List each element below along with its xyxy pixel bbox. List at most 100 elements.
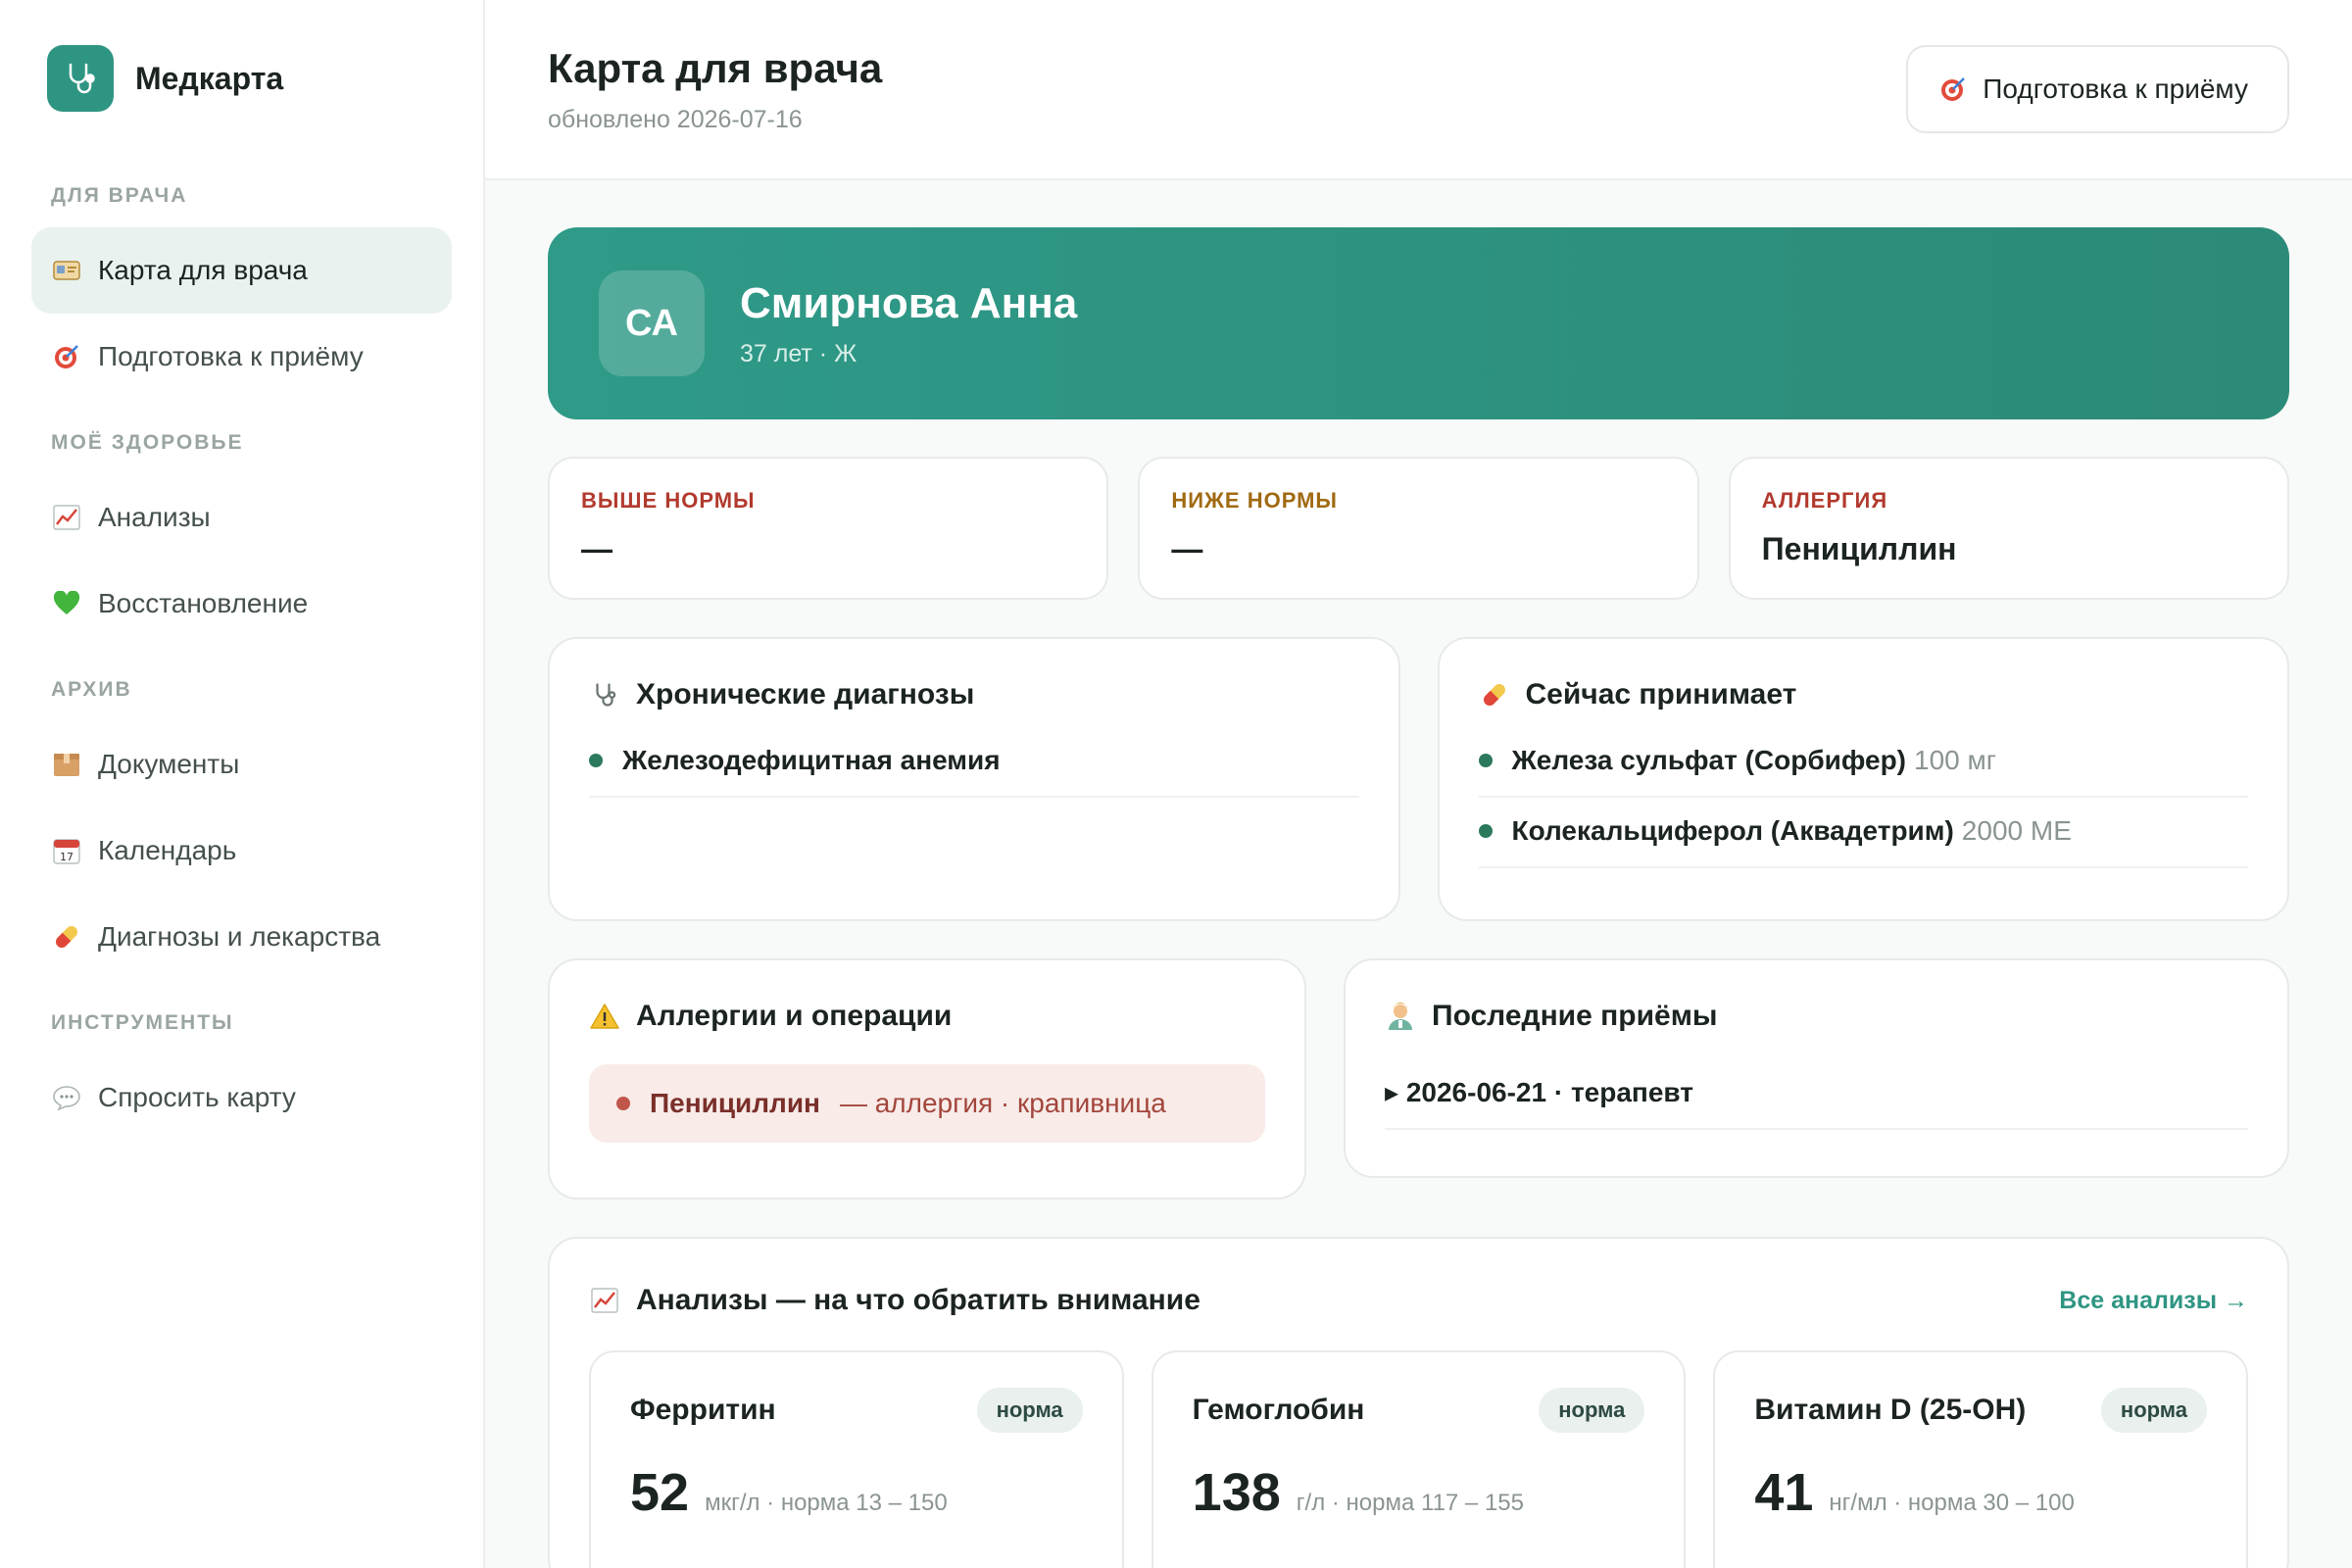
lab-card-ferritin[interactable]: Ферритин норма 52 мкг/л · норма 13 – 150 (589, 1350, 1124, 1568)
nav-section-title: ИНСТРУМЕНТЫ (51, 1011, 234, 1034)
lab-name: Витамин D (25-OH) (1754, 1394, 2027, 1426)
warning-icon (589, 1003, 620, 1030)
med-name: Железа сульфат (Сорбифер) (1511, 745, 1907, 775)
prepare-visit-label: Подготовка к приёму (1983, 74, 2248, 104)
stethoscope-icon (47, 45, 114, 112)
all-analyses-link[interactable]: Все анализы → (2059, 1287, 2248, 1315)
card-title: Анализы — на что обратить внимание (589, 1284, 1200, 1317)
sidebar-item-documents[interactable]: Документы (31, 721, 452, 808)
main-content: Карта для врача обновлено 2026-07-16 Под… (485, 0, 2352, 1568)
nav-section-doctor: ДЛЯ ВРАЧА Карта для врача Подготовка к п… (31, 184, 452, 400)
doctor-icon (1385, 1002, 1416, 1031)
allergies-card: Аллергии и операции Пенициллин — аллерги… (548, 958, 1306, 1200)
page-title: Карта для врача (548, 45, 883, 91)
pill-icon (51, 923, 82, 951)
nav-section-tools: ИНСТРУМЕНТЫ Спросить карту (31, 1011, 452, 1141)
nav-section-health: МОЁ ЗДОРОВЬЕ Анализы Восстановление (31, 431, 452, 647)
stat-label: НИЖЕ НОРМЫ (1171, 488, 1338, 513)
med-dose: 100 мг (1914, 745, 1996, 775)
nav-section-archive: АРХИВ Документы 17 Календарь Диагнозы и … (31, 678, 452, 980)
sidebar-item-label: Восстановление (98, 588, 309, 618)
stat-allergy: АЛЛЕРГИЯ Пенициллин (1728, 457, 2289, 600)
cards-row-2: Аллергии и операции Пенициллин — аллерги… (548, 958, 2289, 1200)
sidebar-item-label: Диагнозы и лекарства (98, 921, 381, 952)
visit-item[interactable]: ▸ 2026-06-21 · терапевт (1385, 1056, 2248, 1130)
stat-below-norm: НИЖЕ НОРМЫ — (1138, 457, 1699, 600)
lab-name: Гемоглобин (1192, 1394, 1365, 1426)
card-title-text: Последние приёмы (1432, 1000, 1718, 1032)
sidebar-item-label: Документы (98, 749, 240, 779)
allergy-desc: — аллергия · крапивница (839, 1088, 1166, 1118)
current-meds-card: Сейчас принимает Железа сульфат (Сорбифе… (1437, 637, 2289, 921)
bullet-dot (616, 1097, 630, 1110)
id-card-icon (51, 260, 82, 281)
sidebar-item-doctor-card[interactable]: Карта для врача (31, 227, 452, 314)
sidebar-item-recovery[interactable]: Восстановление (31, 561, 452, 647)
heart-icon (51, 591, 82, 616)
sidebar-item-label: Карта для врача (98, 255, 308, 285)
stat-label: АЛЛЕРГИЯ (1761, 488, 1888, 513)
sidebar-item-visit-prep[interactable]: Подготовка к приёму (31, 314, 452, 400)
target-icon (1939, 75, 1967, 103)
lab-unit: нг/мл · норма 30 – 100 (1829, 1490, 2075, 1516)
stethoscope-icon (589, 680, 620, 710)
card-title-text: Хронические диагнозы (636, 678, 975, 710)
pill-icon (1479, 681, 1510, 709)
bullet-dot (589, 754, 603, 767)
calendar-icon: 17 (51, 837, 82, 864)
diagnosis-name: Железодефицитная анемия (622, 745, 1001, 775)
list-item: Железодефицитная анемия (589, 727, 1359, 798)
brand-name: Медкарта (135, 60, 284, 96)
brand[interactable]: Медкарта (47, 45, 452, 112)
card-title: Сейчас принимает (1479, 678, 2249, 711)
box-icon (51, 752, 82, 777)
lab-card-vitamin-d[interactable]: Витамин D (25-OH) норма 41 нг/мл · норма… (1713, 1350, 2249, 1568)
stat-value: — (581, 531, 612, 566)
chronic-diagnoses-card: Хронические диагнозы Железодефицитная ан… (548, 637, 1400, 921)
bullet-dot (1478, 824, 1493, 838)
chat-icon (51, 1085, 82, 1110)
nav-section-title: АРХИВ (51, 678, 132, 701)
svg-text:17: 17 (60, 851, 74, 863)
sidebar-item-label: Подготовка к приёму (98, 341, 364, 371)
stat-value: Пенициллин (1761, 531, 1957, 566)
sidebar-item-label: Анализы (98, 502, 211, 532)
page-updated: обновлено 2026-07-16 (548, 106, 803, 133)
lab-unit: г/л · норма 117 – 155 (1296, 1490, 1524, 1516)
card-title-text: Сейчас принимает (1525, 678, 1797, 710)
card-title: Последние приёмы (1385, 1000, 2248, 1033)
patient-meta: 37 лет · Ж (740, 339, 858, 368)
sidebar-item-label: Спросить карту (98, 1082, 296, 1112)
lab-value: 52 (630, 1463, 690, 1522)
list-item: Железа сульфат (Сорбифер) 100 мг (1478, 727, 2248, 798)
labs-card: Анализы — на что обратить внимание Все а… (548, 1237, 2289, 1568)
sidebar-item-diagnoses-meds[interactable]: Диагнозы и лекарства (31, 894, 452, 980)
sidebar-item-analyses[interactable]: Анализы (31, 474, 452, 561)
card-title-text: Анализы — на что обратить внимание (636, 1284, 1200, 1316)
lab-card-hemoglobin[interactable]: Гемоглобин норма 138 г/л · норма 117 – 1… (1151, 1350, 1687, 1568)
stats-row: ВЫШЕ НОРМЫ — НИЖЕ НОРМЫ — АЛЛЕРГИЯ Пениц… (548, 457, 2289, 600)
prepare-visit-button[interactable]: Подготовка к приёму (1906, 45, 2289, 133)
nav-section-title: МОЁ ЗДОРОВЬЕ (51, 431, 244, 454)
card-title: Хронические диагнозы (589, 678, 1359, 711)
sidebar-item-calendar[interactable]: 17 Календарь (31, 808, 452, 894)
patient-name: Смирнова Анна (740, 278, 1078, 327)
cards-row-1: Хронические диагнозы Железодефицитная ан… (548, 637, 2289, 921)
stat-value: — (1171, 531, 1203, 566)
chart-icon (51, 505, 82, 530)
nav-section-title: ДЛЯ ВРАЧА (51, 184, 188, 207)
med-name: Колекальциферол (Аквадетрим) (1511, 815, 1954, 846)
sidebar-item-ask-card[interactable]: Спросить карту (31, 1054, 452, 1141)
recent-visits-card: Последние приёмы ▸ 2026-06-21 · терапевт (1344, 958, 2289, 1178)
lab-value: 41 (1754, 1463, 1814, 1522)
chart-icon (589, 1288, 620, 1313)
card-title: Аллергии и операции (589, 1000, 1265, 1033)
avatar: СА (599, 270, 705, 376)
list-item: Колекальциферол (Аквадетрим) 2000 МЕ (1478, 798, 2248, 868)
allergy-item: Пенициллин — аллергия · крапивница (589, 1064, 1265, 1143)
bullet-dot (1478, 754, 1493, 767)
status-badge: норма (2100, 1388, 2208, 1433)
labs-grid: Ферритин норма 52 мкг/л · норма 13 – 150… (589, 1350, 2249, 1568)
patient-banner: СА Смирнова Анна 37 лет · Ж (548, 227, 2289, 419)
card-title-text: Аллергии и операции (636, 1000, 953, 1032)
